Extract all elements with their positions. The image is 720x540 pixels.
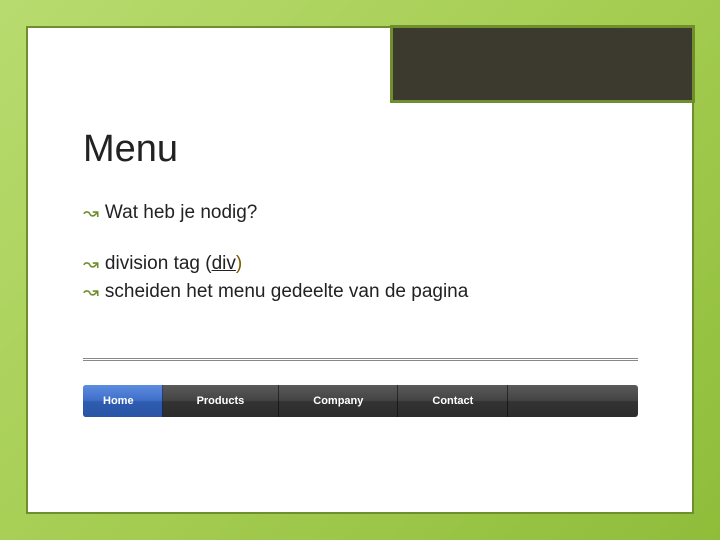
bullet-3: ↝ scheiden het menu gedeelte van de pagi… [83, 278, 652, 307]
menu-item-home: Home [83, 385, 163, 417]
title-box [390, 25, 695, 103]
slide-heading: Menu [83, 128, 652, 171]
bullet-1: ↝ Wat heb je nodig? [83, 199, 652, 228]
bullet-2-post: ) [236, 253, 242, 274]
menu-item-products: Products [163, 385, 280, 417]
bullet-block-2: ↝ division tag (div) ↝ scheiden het menu… [83, 250, 652, 307]
bullet-2-pre: division tag ( [105, 253, 212, 274]
slide-inner: Menu ↝ Wat heb je nodig? ↝ division tag … [26, 26, 694, 514]
bullet-block-1: ↝ Wat heb je nodig? [83, 199, 652, 228]
menu-item-company: Company [279, 385, 398, 417]
bullet-2-text: division tag (div) [105, 250, 242, 279]
bullet-2-underlined: div [212, 253, 236, 274]
content-area: Menu ↝ Wat heb je nodig? ↝ division tag … [83, 128, 652, 329]
divider-line [83, 360, 638, 361]
menu-example: Home Products Company Contact [83, 358, 638, 417]
bullet-3-text: scheiden het menu gedeelte van de pagina [105, 278, 468, 307]
bullet-2: ↝ division tag (div) [83, 250, 652, 279]
example-menu-bar: Home Products Company Contact [83, 385, 638, 417]
bullet-glyph-icon: ↝ [83, 251, 99, 280]
bullet-glyph-icon: ↝ [83, 200, 99, 229]
bullet-1-text: Wat heb je nodig? [105, 199, 257, 228]
divider-line [83, 358, 638, 359]
slide-background: Menu ↝ Wat heb je nodig? ↝ division tag … [0, 0, 720, 540]
menu-item-contact: Contact [398, 385, 508, 417]
bullet-glyph-icon: ↝ [83, 279, 99, 308]
